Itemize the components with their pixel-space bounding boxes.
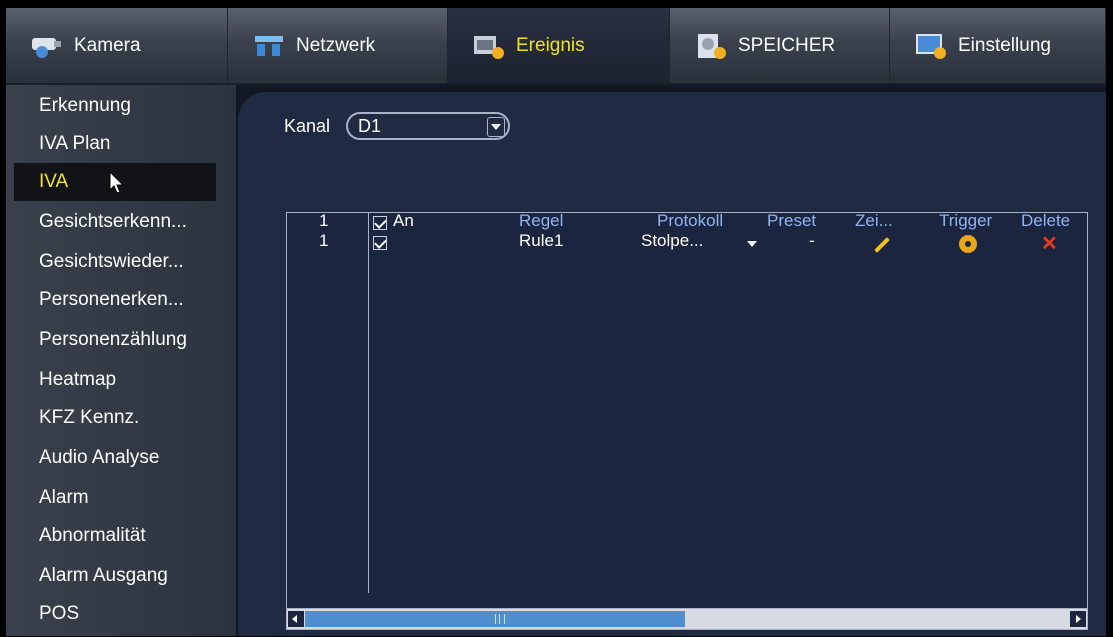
main-tab-bar: Kamera Netzwerk Ereignis SPEICHER Einste… [6, 8, 1106, 85]
tab-label: SPEICHER [738, 34, 836, 56]
mouse-cursor-icon [109, 171, 125, 194]
rule-table: 1 An Regel Protokoll Preset Zei... Trigg… [286, 211, 1088, 630]
header-trigger: Trigger [939, 211, 993, 230]
chevron-down-icon [487, 117, 505, 137]
row-number: 1 [319, 231, 329, 250]
header-protokoll: Protokoll [657, 211, 724, 230]
sidebar-item-erkennung[interactable]: Erkennung [6, 87, 236, 125]
header-zeichnen: Zei... [855, 211, 893, 230]
header-preset: Preset [767, 211, 817, 230]
main-panel: Kanal D1 1 An Regel Protokoll Preset Zei… [238, 92, 1106, 636]
header-an: An [393, 211, 414, 230]
scroll-right-button[interactable] [1070, 611, 1086, 627]
tab-label: Kamera [74, 34, 141, 56]
row-regel: Rule1 [519, 231, 564, 250]
settings-monitor-icon [914, 32, 948, 60]
sidebar-item-audio-analyse[interactable]: Audio Analyse [6, 439, 236, 477]
tab-netzwerk[interactable]: Netzwerk [228, 8, 448, 83]
tab-label: Ereignis [516, 34, 585, 56]
event-icon [472, 32, 506, 60]
row-protokoll-select[interactable]: Stolpe... [641, 231, 703, 251]
sidebar-item-iva-plan[interactable]: IVA Plan [6, 125, 236, 163]
select-all-checkbox[interactable] [373, 216, 387, 230]
sidebar-item-gesichtswiedererkennung[interactable]: Gesichtswieder... [6, 243, 236, 281]
table-header: 1 An Regel Protokoll Preset Zei... Trigg… [287, 211, 1087, 233]
scroll-left-button[interactable] [288, 611, 304, 627]
tab-einstellung[interactable]: Einstellung [890, 8, 1106, 83]
delete-icon[interactable]: ✕ [1041, 231, 1058, 256]
horizontal-scrollbar[interactable] [287, 608, 1087, 629]
sidebar-item-personenerkennung[interactable]: Personenerken... [6, 281, 236, 319]
sidebar: Erkennung IVA Plan IVA Gesichtserkenn...… [6, 85, 236, 636]
grip-icon [495, 614, 505, 624]
sidebar-item-alarm-ausgang[interactable]: Alarm Ausgang [6, 557, 236, 595]
gear-icon[interactable] [961, 237, 975, 251]
scrollbar-thumb[interactable] [305, 611, 685, 627]
sidebar-item-kfz-kennz[interactable]: KFZ Kennz. [6, 399, 236, 437]
tab-ereignis[interactable]: Ereignis [448, 8, 670, 83]
app-window: Kamera Netzwerk Ereignis SPEICHER Einste… [6, 8, 1106, 636]
sidebar-item-alarm[interactable]: Alarm [6, 479, 236, 517]
tab-kamera[interactable]: Kamera [6, 8, 228, 83]
sidebar-item-pos[interactable]: POS [6, 595, 236, 633]
sidebar-item-personenzaehlung[interactable]: Personenzählung [6, 321, 236, 359]
storage-icon [694, 32, 728, 60]
pencil-icon[interactable] [874, 237, 890, 253]
kanal-select-value: D1 [358, 116, 382, 136]
camera-icon [30, 32, 64, 60]
column-divider [368, 213, 369, 593]
row-enable-checkbox[interactable] [373, 236, 387, 250]
tab-label: Netzwerk [296, 34, 376, 56]
network-icon [252, 32, 286, 60]
header-delete: Delete [1021, 211, 1071, 230]
sidebar-item-abnormalitaet[interactable]: Abnormalität [6, 517, 236, 555]
sidebar-item-gesichtserkennung[interactable]: Gesichtserkenn... [6, 203, 236, 241]
chevron-down-icon[interactable] [747, 241, 757, 247]
header-number: 1 [319, 211, 329, 230]
tab-label: Einstellung [958, 34, 1051, 56]
kanal-label: Kanal [284, 116, 331, 136]
row-preset: - [809, 231, 815, 250]
sidebar-item-heatmap[interactable]: Heatmap [6, 361, 236, 399]
kanal-select[interactable]: D1 [346, 112, 510, 140]
header-regel: Regel [519, 211, 564, 230]
tab-speicher[interactable]: SPEICHER [670, 8, 890, 83]
